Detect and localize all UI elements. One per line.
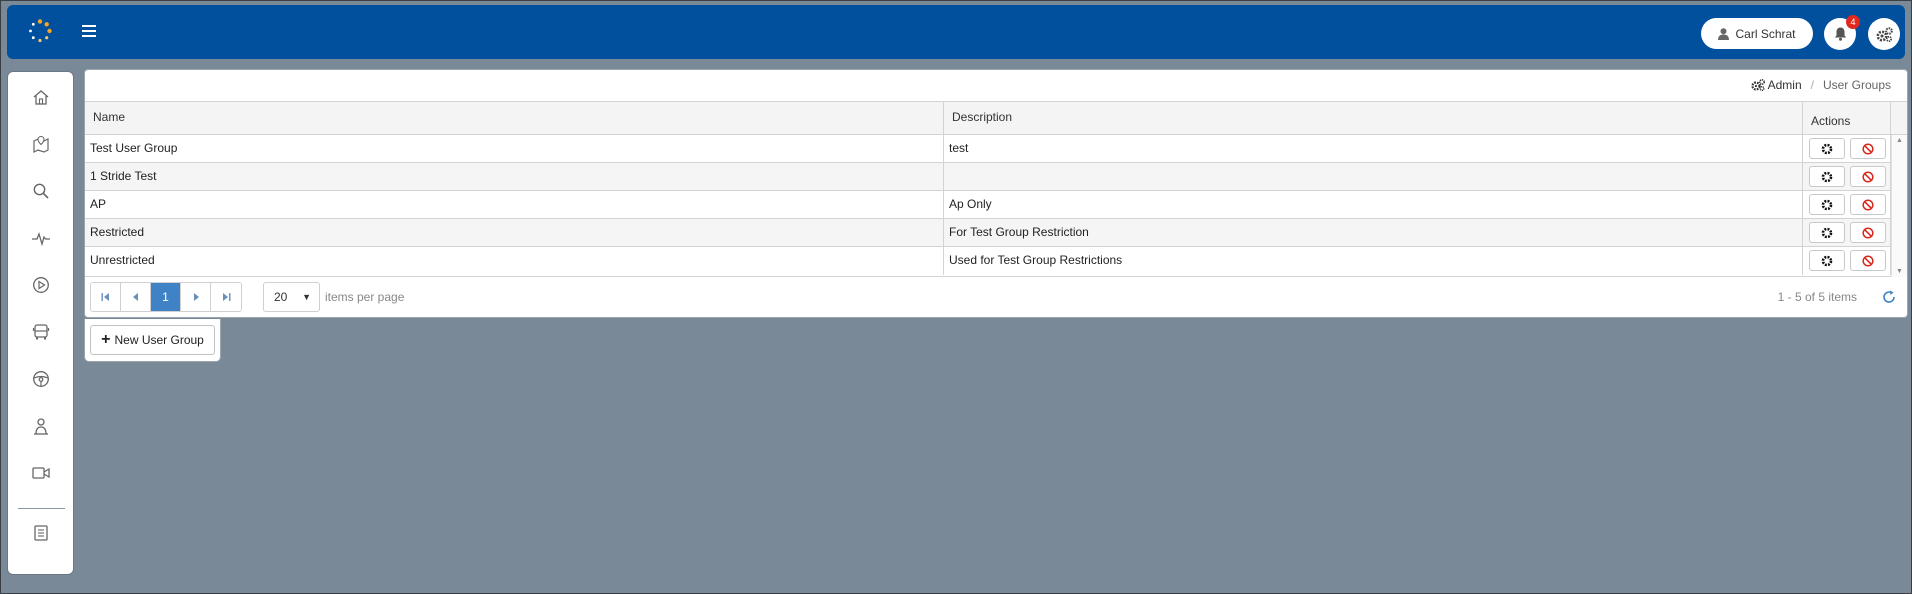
next-page-button[interactable] (181, 283, 211, 311)
delete-button[interactable] (1850, 166, 1886, 187)
ban-icon (1862, 198, 1874, 211)
notification-badge: 4 (1846, 15, 1860, 29)
table-row[interactable]: Unrestricted Used for Test Group Restric… (85, 247, 1891, 275)
grid-header: Name Description Actions (85, 102, 1907, 135)
prev-page-icon (132, 293, 138, 301)
edit-button[interactable] (1809, 222, 1845, 243)
edit-button[interactable] (1809, 250, 1845, 271)
cell-actions (1803, 135, 1891, 163)
cell-description: Used for Test Group Restrictions (944, 247, 1803, 275)
search-icon[interactable] (30, 180, 52, 202)
delete-button[interactable] (1850, 194, 1886, 215)
gears-icon (1876, 26, 1893, 42)
delete-button[interactable] (1850, 138, 1886, 159)
column-header-description[interactable]: Description (944, 102, 1803, 135)
gear-icon (1821, 143, 1833, 154)
table-row[interactable]: Restricted For Test Group Restriction (85, 219, 1891, 247)
delete-button[interactable] (1850, 250, 1886, 271)
prev-page-button[interactable] (121, 283, 151, 311)
logo-icon[interactable] (27, 18, 53, 44)
user-groups-grid: Name Description Actions Test User Group… (85, 101, 1907, 277)
user-groups-panel: Admin / User Groups Name Description Act… (84, 69, 1908, 318)
new-user-group-label: New User Group (114, 333, 204, 347)
items-info: 1 - 5 of 5 items (1777, 290, 1857, 304)
cell-name: 1 Stride Test (85, 163, 944, 191)
menu-toggle-icon[interactable] (79, 22, 99, 42)
column-header-actions: Actions (1803, 102, 1891, 135)
cell-description (944, 163, 1803, 191)
ban-icon (1862, 254, 1874, 267)
pager: 1 (90, 282, 242, 312)
breadcrumb-separator: / (1810, 78, 1814, 92)
delete-button[interactable] (1850, 222, 1886, 243)
gear-icon (1821, 171, 1833, 182)
top-navbar: Carl Schrat 4 (7, 5, 1905, 59)
user-name: Carl Schrat (1735, 26, 1796, 41)
activity-icon[interactable] (30, 227, 52, 249)
last-page-icon (222, 293, 230, 301)
ban-icon (1862, 226, 1874, 239)
cell-name: Unrestricted (85, 247, 944, 275)
breadcrumb-admin-label: Admin (1767, 78, 1802, 92)
cell-name: Restricted (85, 219, 944, 247)
breadcrumb-admin[interactable]: Admin (1751, 78, 1802, 92)
ban-icon (1862, 170, 1874, 183)
page-size-value: 20 (274, 290, 288, 304)
ban-icon (1862, 142, 1874, 155)
user-icon (1718, 27, 1730, 40)
page-number-button[interactable]: 1 (151, 283, 181, 311)
cell-name: AP (85, 191, 944, 219)
book-icon[interactable] (30, 522, 52, 544)
breadcrumb: Admin / User Groups (1751, 78, 1891, 92)
cell-description: For Test Group Restriction (944, 219, 1803, 247)
bus-icon[interactable] (30, 321, 52, 343)
cell-actions (1803, 247, 1891, 275)
table-row[interactable]: AP Ap Only (85, 191, 1891, 219)
gear-icon (1821, 255, 1833, 266)
sidebar (7, 71, 74, 575)
play-icon[interactable] (30, 274, 52, 296)
gears-icon (1751, 79, 1765, 91)
steering-wheel-icon[interactable] (30, 368, 52, 390)
vertical-scrollbar[interactable]: ▲ ▼ (1891, 135, 1907, 277)
first-page-button[interactable] (91, 283, 121, 311)
cell-name: Test User Group (85, 135, 944, 163)
edit-button[interactable] (1809, 166, 1845, 187)
home-icon[interactable] (30, 86, 52, 108)
cell-actions (1803, 219, 1891, 247)
table-row[interactable]: 1 Stride Test (85, 163, 1891, 191)
plus-icon: + (101, 331, 111, 348)
user-menu-button[interactable]: Carl Schrat (1701, 18, 1813, 49)
column-header-name[interactable]: Name (85, 102, 944, 135)
edit-button[interactable] (1809, 194, 1845, 215)
first-page-icon (101, 293, 109, 301)
video-camera-icon[interactable] (30, 462, 52, 484)
toolbar-bottom: + New User Group (84, 319, 221, 362)
driver-icon[interactable] (30, 415, 52, 437)
map-icon[interactable] (30, 133, 52, 155)
sidebar-divider (18, 508, 65, 509)
cell-description: Ap Only (944, 191, 1803, 219)
new-user-group-button[interactable]: + New User Group (90, 325, 215, 355)
chevron-down-icon: ▼ (302, 292, 311, 302)
edit-button[interactable] (1809, 138, 1845, 159)
items-per-page-label: items per page (325, 290, 405, 304)
scroll-down-icon[interactable]: ▼ (1896, 268, 1903, 275)
next-page-icon (193, 293, 199, 301)
gear-icon (1821, 227, 1833, 238)
bell-icon (1834, 27, 1846, 41)
breadcrumb-current: User Groups (1822, 78, 1891, 92)
table-row[interactable]: Test User Group test (85, 135, 1891, 163)
page-size-select[interactable]: 20 ▼ (263, 282, 320, 312)
gear-icon (1821, 199, 1833, 210)
cell-actions (1803, 163, 1891, 191)
cell-actions (1803, 191, 1891, 219)
scroll-up-icon[interactable]: ▲ (1896, 137, 1903, 144)
cell-description: test (944, 135, 1803, 163)
admin-settings-button[interactable] (1868, 18, 1900, 50)
last-page-button[interactable] (211, 283, 241, 311)
notifications-button[interactable]: 4 (1824, 15, 1860, 50)
refresh-icon[interactable] (1881, 289, 1897, 305)
